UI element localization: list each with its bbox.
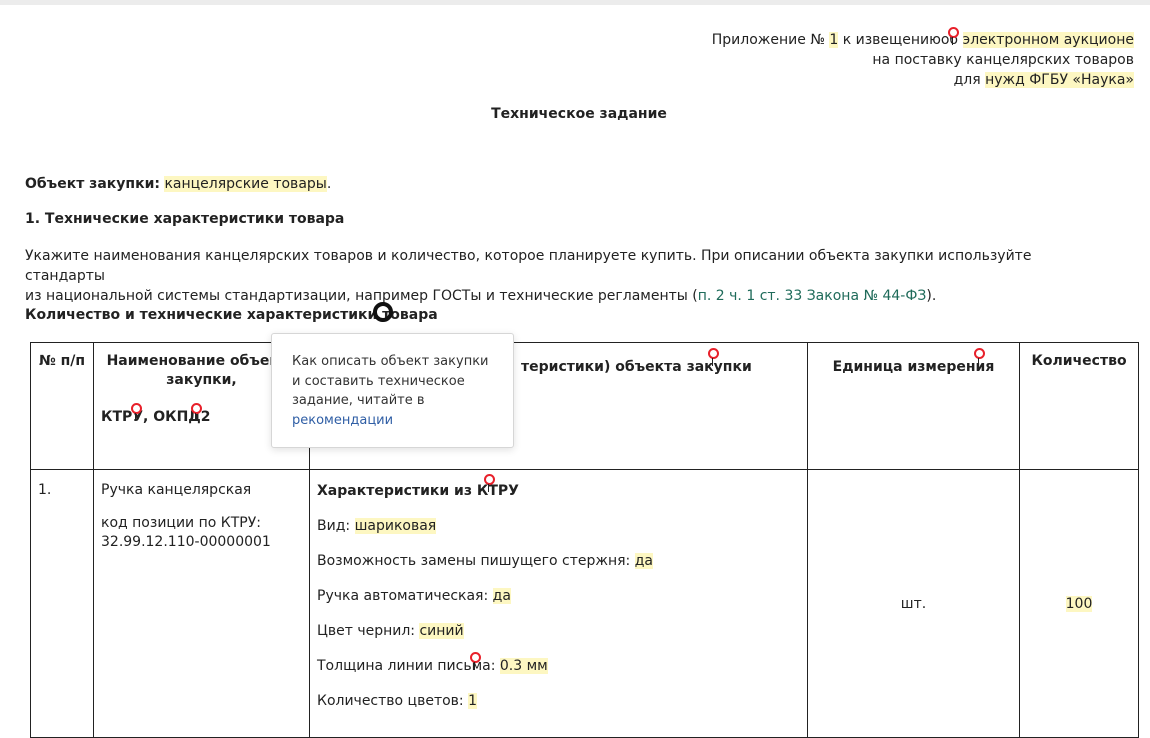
appendix-line-3: для нужд ФГБУ «Наука» xyxy=(953,72,1134,88)
char-item: Ручка автоматическая: да xyxy=(317,588,511,604)
row-num: 1. xyxy=(30,469,94,738)
procurement-subject: Объект закупки: канцелярские товары. xyxy=(25,176,332,192)
row-unit: шт. xyxy=(807,469,1020,738)
comment-pin-icon[interactable] xyxy=(469,652,481,670)
quantity-field[interactable]: 100 xyxy=(1065,595,1093,612)
comment-pin-icon[interactable] xyxy=(190,403,202,421)
recommendations-link[interactable]: рекомендации xyxy=(292,413,393,428)
char-value[interactable]: шариковая xyxy=(354,518,437,534)
row-name: Ручка канцелярская код позиции по КТРУ: … xyxy=(93,469,310,738)
law-reference-link[interactable]: п. 2 ч. 1 ст. 33 Закона № 44-ФЗ xyxy=(698,288,927,304)
char-value[interactable]: синий xyxy=(419,623,464,639)
char-item: Возможность замены пишущего стержня: да xyxy=(317,553,653,569)
chars-title: Характеристики из КТРУ xyxy=(317,483,519,499)
char-item: Количество цветов: 1 xyxy=(317,693,478,709)
comment-pin-icon[interactable] xyxy=(707,348,719,366)
section-heading: 1. Технические характеристики товара xyxy=(25,211,345,227)
appendix-header: Приложение № 1 к извещениюоб электронном… xyxy=(712,30,1134,90)
comment-pin-icon[interactable] xyxy=(130,403,142,421)
char-item: Вид: шариковая xyxy=(317,518,437,534)
char-item: Цвет чернил: синий xyxy=(317,623,464,639)
appendix-line-2: на поставку канцелярских товаров xyxy=(872,52,1134,68)
char-value[interactable]: 1 xyxy=(468,693,478,709)
comment-pin-icon[interactable] xyxy=(483,474,495,492)
char-value[interactable]: да xyxy=(634,553,653,569)
procedure-type-field[interactable]: электронном аукционе xyxy=(962,32,1134,48)
char-value[interactable]: 0.3 мм xyxy=(499,658,548,674)
char-item: Толщина линии письма: 0.3 мм xyxy=(317,658,548,674)
comment-pin-icon[interactable] xyxy=(973,348,985,366)
ktru-code: 32.99.12.110-00000001 xyxy=(101,534,271,550)
col-header-unit: Единица измерения xyxy=(807,342,1020,470)
char-value[interactable]: да xyxy=(492,588,511,604)
appendix-line-1: Приложение № 1 к извещениюоб электронном… xyxy=(711,32,1134,48)
cursor-ring-icon xyxy=(373,302,393,322)
row-qty: 100 xyxy=(1019,469,1139,738)
top-bar xyxy=(0,0,1150,5)
customer-field[interactable]: нужд ФГБУ «Наука» xyxy=(985,72,1134,88)
col-header-qty: Количество xyxy=(1019,342,1139,470)
subject-value-field[interactable]: канцелярские товары xyxy=(164,176,327,192)
comment-pin-icon[interactable] xyxy=(947,27,959,45)
document-title: Техническое задание xyxy=(491,106,667,122)
appendix-number-field[interactable]: 1 xyxy=(829,32,839,48)
help-tooltip: Как описать объект закупки и составить т… xyxy=(271,333,514,448)
row-characteristics: Характеристики из КТРУ Вид: шариковая Во… xyxy=(309,469,808,738)
table-row: 1. Ручка канцелярская код позиции по КТР… xyxy=(30,469,1139,738)
instruction-paragraph: Укажите наименования канцелярских товаро… xyxy=(25,248,1032,304)
col-header-num: № п/п xyxy=(30,342,94,470)
spec-table: № п/п Наименование объекта закупки, КТРУ… xyxy=(30,342,1139,738)
